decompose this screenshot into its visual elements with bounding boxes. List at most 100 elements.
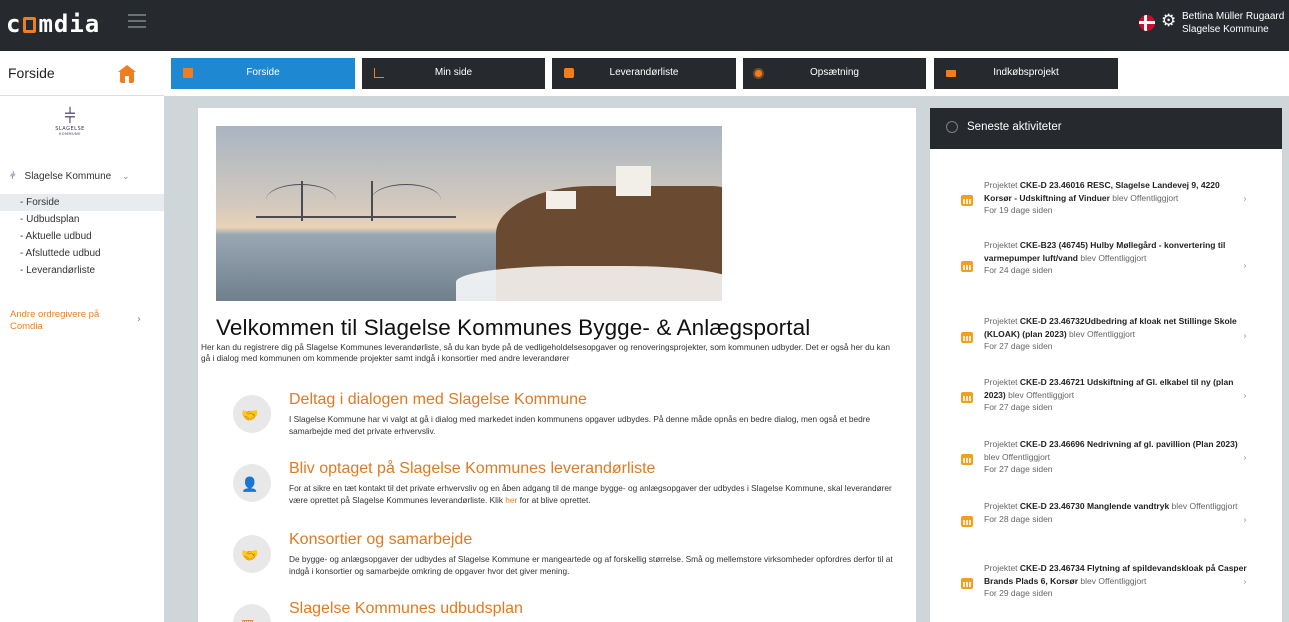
snow-shore [456, 266, 722, 301]
activity-time: For 29 dage siden [984, 588, 1053, 598]
section-heading[interactable]: Deltag i dialogen med Slagelse Kommune [289, 391, 587, 409]
activity-prefix: Projektet [984, 439, 1020, 449]
chevron-right-icon: › [1243, 391, 1247, 402]
danish-flag-icon[interactable] [1139, 15, 1155, 31]
hero-image [216, 126, 722, 301]
activity-time: For 19 dage siden [984, 205, 1053, 215]
chevron-down-icon: ⌄ [122, 171, 130, 181]
sidebar-item-forside[interactable]: - Forside [0, 194, 164, 211]
handshake-icon: 🤝 [233, 395, 271, 433]
calendar-icon [961, 392, 973, 403]
sidebar-item-aktuelle-udbud[interactable]: - Aktuelle udbud [0, 228, 164, 245]
org-selector[interactable]: ⫩ Slagelse Kommune ⌄ [10, 171, 130, 182]
user-info[interactable]: Bettina Müller Rugaard Slagelse Kommune [1182, 10, 1284, 36]
activity-panel: Seneste aktiviteter Projektet CKE-D 23.4… [930, 108, 1282, 622]
gear-icon[interactable]: ⚙ [1161, 11, 1176, 31]
activity-time: For 24 dage siden [984, 265, 1053, 275]
calendar-icon [961, 261, 973, 272]
activity-project: CKE-D 23.46696 Nedrivning af gl. pavilli… [1019, 439, 1238, 449]
tab-forside[interactable]: Forside [171, 58, 355, 89]
sidebar-item-leverandorliste[interactable]: - Leverandørliste [0, 262, 164, 279]
tab-opsaetning[interactable]: Opsætning [743, 58, 926, 89]
activity-title: Seneste aktiviteter [967, 121, 1062, 133]
chevron-right-icon: › [1243, 577, 1247, 588]
user-name: Bettina Müller Rugaard [1182, 11, 1285, 22]
sidebar: ⫩ SLAGELSE KOMMUNE ⫩ Slagelse Kommune ⌄ … [0, 96, 164, 622]
house [616, 166, 651, 196]
chevron-right-icon: › [1243, 261, 1247, 272]
tab-indkobsprojekt[interactable]: Indkøbsprojekt [934, 58, 1118, 89]
activity-text: Projektet CKE-D 23.46732Udbedring af klo… [984, 315, 1249, 353]
bridge-logo-icon: ⫩ [64, 104, 76, 128]
user-org: Slagelse Kommune [1182, 24, 1269, 35]
sidebar-item-afsluttede-udbud[interactable]: - Afsluttede udbud [0, 245, 164, 262]
activity-time: For 28 dage siden [984, 513, 1053, 524]
slagelse-logo[interactable]: ⫩ SLAGELSE KOMMUNE [55, 106, 85, 148]
activity-project: CKE-D 23.46016 RESC, Slagelse Landevej 9… [984, 180, 1220, 203]
tab-min-side[interactable]: Min side [362, 58, 545, 89]
section-heading[interactable]: Konsortier og samarbejde [289, 531, 472, 549]
tab-label: Min side [434, 67, 473, 78]
chevron-right-icon: › [1243, 515, 1247, 526]
section-heading[interactable]: Slagelse Kommunes udbudsplan [289, 600, 523, 618]
activity-suffix: blev Offentliggjort [1109, 192, 1179, 203]
tab-label: Opsætning [810, 67, 859, 78]
handshake-icon: 🤝 [233, 535, 271, 573]
current-page-title: Forside [8, 65, 55, 81]
main-tabs: Forside Min side Leverandørliste Opsætni… [164, 51, 1289, 96]
calendar-icon [961, 578, 973, 589]
signup-link[interactable]: her [505, 495, 517, 505]
section-text: For at sikre en tæt kontakt til det priv… [289, 482, 899, 506]
chevron-right-icon: › [1243, 331, 1247, 342]
activity-prefix: Projektet [984, 501, 1020, 511]
chevron-right-icon: › [1243, 194, 1247, 205]
activity-prefix: Projektet [984, 377, 1020, 387]
activity-text: Projektet CKE-D 23.46730 Manglende vandt… [984, 500, 1249, 525]
main-content: Velkommen til Slagelse Kommunes Bygge- &… [198, 108, 916, 622]
activity-time: For 27 dage siden [984, 341, 1053, 351]
org-name: Slagelse Kommune [24, 171, 112, 182]
page-title: Velkommen til Slagelse Kommunes Bygge- &… [216, 315, 811, 340]
house [546, 191, 576, 209]
activity-text: Projektet CKE-D 23.46016 RESC, Slagelse … [984, 179, 1249, 217]
calendar-icon [961, 195, 973, 206]
activity-project: CKE-D 23.46730 Manglende vandtryk [1019, 501, 1170, 511]
activity-text: Projektet CKE-D 23.46696 Nedrivning af g… [984, 438, 1249, 476]
top-bar: c mdia ⚙ Bettina Müller Rugaard Slagelse … [0, 0, 1289, 51]
activity-time: For 27 dage siden [984, 464, 1053, 474]
calendar-icon [961, 332, 973, 343]
comdia-logo[interactable]: c mdia [6, 10, 100, 38]
bridge-cable [371, 184, 441, 216]
hamburger-menu-icon[interactable] [128, 14, 146, 28]
sidebar-list: - Forside - Udbudsplan - Aktuelle udbud … [0, 194, 164, 279]
section-text-part: for at blive oprettet. [517, 495, 591, 505]
activity-suffix: blev Offentliggjort [1066, 328, 1136, 339]
activity-suffix: blev Offentliggjort [984, 451, 1050, 462]
activity-prefix: Projektet [984, 180, 1020, 190]
activity-text: Projektet CKE-D 23.46734 Flytning af spi… [984, 562, 1249, 600]
activity-suffix: blev Offentliggjort [1005, 389, 1075, 400]
tab-label: Forside [246, 67, 280, 78]
tab-label: Indkøbsprojekt [993, 67, 1059, 78]
sidebar-item-udbudsplan[interactable]: - Udbudsplan [0, 211, 164, 228]
activity-prefix: Projektet [984, 240, 1020, 250]
home-icon[interactable] [118, 65, 136, 83]
tab-label: Leverandørliste [609, 67, 679, 78]
logo-subtext: KOMMUNE [59, 132, 81, 136]
chevron-right-icon: › [1243, 453, 1247, 464]
other-buyers-link[interactable]: Andre ordregivere på Comdia [10, 309, 120, 333]
activity-header: Seneste aktiviteter [930, 108, 1282, 149]
clock-icon [946, 121, 958, 133]
calendar-icon [961, 516, 973, 527]
tab-leverandorliste[interactable]: Leverandørliste [552, 58, 736, 89]
section-heading[interactable]: Bliv optaget på Slagelse Kommunes levera… [289, 460, 655, 478]
section-text: De bygge- og anlægsopgaver der udbydes a… [289, 554, 893, 576]
activity-prefix: Projektet [984, 563, 1020, 573]
activity-prefix: Projektet [984, 316, 1020, 326]
calendar-icon: ▦ [233, 604, 271, 622]
chevron-right-icon[interactable]: › [137, 314, 141, 325]
intro-text: Her kan du registrere dig på Slagelse Ko… [201, 342, 891, 363]
bridge-logo-icon: ⫩ [10, 171, 16, 182]
activity-text: Projektet CKE-D 23.46721 Udskiftning af … [984, 376, 1249, 414]
bridge-deck [256, 216, 456, 218]
